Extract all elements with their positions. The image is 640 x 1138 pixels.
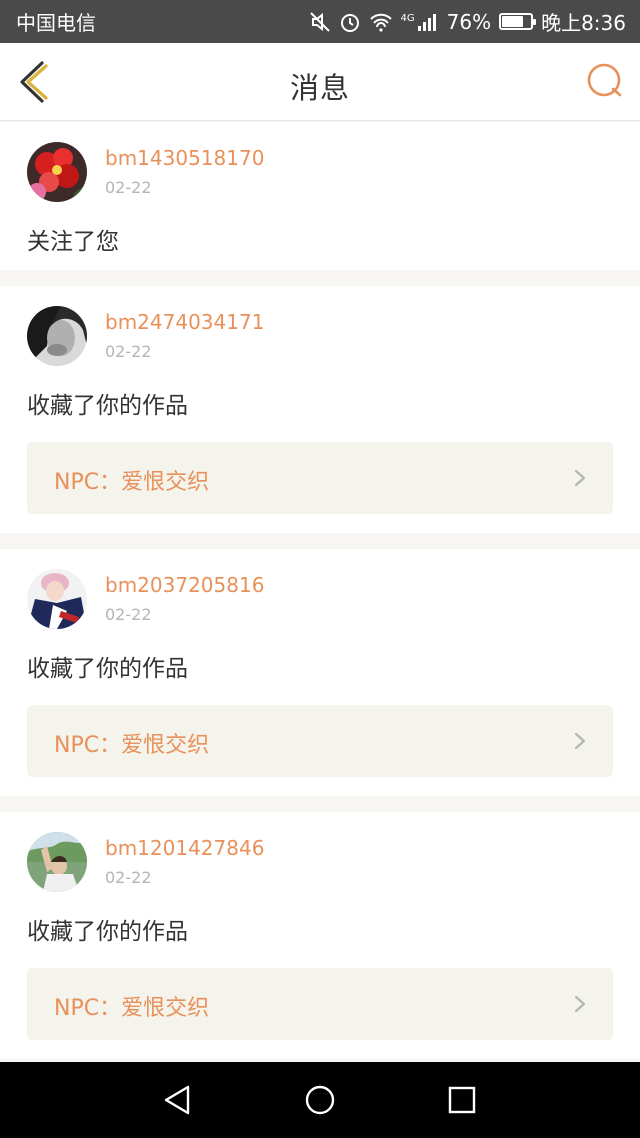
- chevron-right-icon: [574, 469, 586, 487]
- message-date: 02-22: [105, 342, 152, 361]
- battery-percent: 76%: [446, 9, 492, 34]
- chevron-right-icon: [574, 732, 586, 750]
- work-link[interactable]: NPC：爱恨交织: [27, 968, 613, 1040]
- battery-level-fill: [502, 16, 524, 27]
- search-button[interactable]: [586, 62, 624, 100]
- username[interactable]: bm1430518170: [105, 146, 264, 170]
- system-home-button[interactable]: [304, 1084, 336, 1116]
- status-icons: 4G 76% 晚上8:36: [309, 7, 626, 36]
- chevron-right-icon: [574, 995, 586, 1013]
- battery-icon: [499, 13, 537, 30]
- circle-home-icon: [305, 1085, 335, 1115]
- avatar[interactable]: [27, 142, 87, 202]
- message-item: bm2037205816 02-22 收藏了你的作品 NPC：爱恨交织: [0, 549, 640, 796]
- message-item: bm1430518170 02-22 关注了您: [0, 122, 640, 270]
- signal-icon: [417, 12, 439, 32]
- system-recents-button[interactable]: [446, 1084, 478, 1116]
- username[interactable]: bm2037205816: [105, 573, 264, 597]
- divider: [0, 796, 640, 812]
- carrier-label: 中国电信: [16, 11, 96, 35]
- message-item: bm2474034171 02-22 收藏了你的作品 NPC：爱恨交织: [0, 286, 640, 533]
- username[interactable]: bm1201427846: [105, 836, 264, 860]
- message-item: bm1201427846 02-22 收藏了你的作品 NPC：爱恨交织: [0, 812, 640, 1059]
- alarm-icon: [339, 11, 361, 33]
- search-icon: [587, 63, 622, 97]
- system-nav-bar: [0, 1062, 640, 1138]
- mute-icon: [309, 11, 331, 33]
- network-type-label: 4G: [400, 13, 415, 24]
- message-text: 关注了您: [27, 229, 119, 255]
- divider: [0, 270, 640, 286]
- message-date: 02-22: [105, 605, 152, 624]
- message-text: 收藏了你的作品: [27, 919, 188, 945]
- username[interactable]: bm2474034171: [105, 310, 264, 334]
- work-title: NPC：爱恨交织: [54, 996, 210, 1021]
- message-date: 02-22: [105, 868, 152, 887]
- header: 消息: [0, 43, 640, 121]
- clock: 晚上8:36: [541, 11, 626, 35]
- divider: [0, 533, 640, 549]
- message-text: 收藏了你的作品: [27, 656, 188, 682]
- status-bar: 中国电信 4G 76% 晚上8:36: [0, 0, 640, 43]
- triangle-back-icon: [164, 1085, 190, 1115]
- work-title: NPC：爱恨交织: [54, 470, 210, 495]
- page-title: 消息: [289, 71, 350, 105]
- message-text: 收藏了你的作品: [27, 393, 188, 419]
- work-link[interactable]: NPC：爱恨交织: [27, 442, 613, 514]
- message-date: 02-22: [105, 178, 152, 197]
- wifi-icon: [369, 12, 393, 32]
- work-link[interactable]: NPC：爱恨交织: [27, 705, 613, 777]
- avatar[interactable]: [27, 832, 87, 892]
- system-back-button[interactable]: [162, 1084, 194, 1116]
- message-list: bm1430518170 02-22 关注了您 bm2474034171 02-…: [0, 122, 640, 1059]
- work-title: NPC：爱恨交织: [54, 733, 210, 758]
- square-recents-icon: [448, 1086, 476, 1114]
- avatar[interactable]: [27, 306, 87, 366]
- avatar[interactable]: [27, 569, 87, 629]
